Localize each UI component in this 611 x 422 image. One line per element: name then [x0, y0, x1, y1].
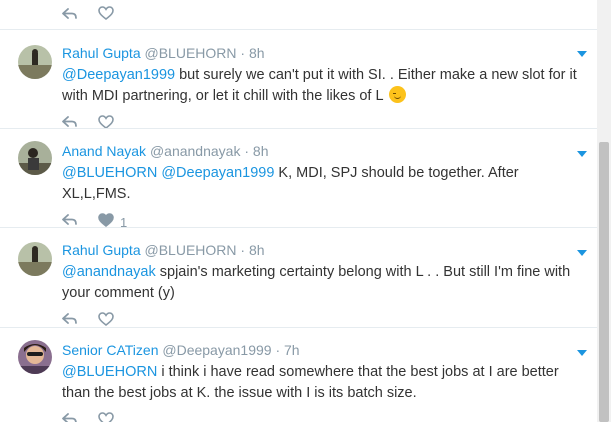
mention-link[interactable]: @Deepayan1999 [62, 67, 175, 83]
author-handle[interactable]: @anandnayak [150, 143, 241, 159]
like-icon[interactable] [98, 6, 114, 25]
tweet-menu-caret-icon[interactable] [577, 151, 587, 157]
tweet-menu-caret-icon[interactable] [577, 350, 587, 356]
reply-icon[interactable] [62, 412, 78, 422]
mention-link[interactable]: @anandnayak [62, 264, 156, 280]
author-name[interactable]: Anand Nayak [62, 143, 146, 159]
tweet-feed: Rahul Gupta @BLUEHORN · 8h @Deepayan1999… [0, 0, 597, 422]
vertical-scrollbar[interactable] [597, 0, 611, 422]
separator-dot: · [240, 242, 246, 258]
tweet-text: @Deepayan1999 but surely we can't put it… [62, 65, 577, 107]
tweet-text: @BLUEHORN @Deepayan1999 K, MDI, SPJ shou… [62, 163, 577, 205]
previous-tweet-actions [62, 6, 114, 25]
author-handle[interactable]: @BLUEHORN [145, 45, 237, 61]
tweet-header: Rahul Gupta @BLUEHORN · 8h [62, 44, 577, 62]
avatar[interactable] [18, 340, 52, 374]
author-name[interactable]: Senior CATizen [62, 342, 158, 358]
tweet-text: @BLUEHORN i think i have read somewhere … [62, 362, 577, 404]
tweet[interactable]: Anand Nayak @anandnayak · 8h @BLUEHORN @… [0, 128, 597, 230]
tweet-menu-caret-icon[interactable] [577, 250, 587, 256]
author-name[interactable]: Rahul Gupta [62, 242, 141, 258]
avatar[interactable] [18, 242, 52, 276]
mention-link[interactable]: @BLUEHORN [62, 364, 157, 380]
tweet[interactable]: Rahul Gupta @BLUEHORN · 8h @anandnayak s… [0, 227, 597, 327]
tweet[interactable]: Rahul Gupta @BLUEHORN · 8h @Deepayan1999… [0, 29, 597, 129]
author-handle[interactable]: @BLUEHORN [145, 242, 237, 258]
tweet-header: Anand Nayak @anandnayak · 8h [62, 142, 577, 160]
timestamp[interactable]: 8h [249, 45, 265, 61]
scrollbar-thumb[interactable] [599, 142, 609, 422]
separator-dot: · [244, 143, 250, 159]
timestamp[interactable]: 7h [284, 342, 300, 358]
tweet-menu-caret-icon[interactable] [577, 51, 587, 57]
tweet[interactable]: Senior CATizen @Deepayan1999 · 7h @BLUEH… [0, 327, 597, 422]
like-icon[interactable] [98, 411, 114, 422]
timestamp[interactable]: 8h [253, 143, 269, 159]
tweet-header: Senior CATizen @Deepayan1999 · 7h [62, 341, 577, 359]
tweet-header: Rahul Gupta @BLUEHORN · 8h [62, 241, 577, 259]
tweet-text: @anandnayak spjain's marketing certainty… [62, 262, 577, 304]
separator-dot: · [275, 342, 281, 358]
tweet-actions [62, 411, 577, 422]
author-name[interactable]: Rahul Gupta [62, 45, 141, 61]
separator-dot: · [240, 45, 246, 61]
author-handle[interactable]: @Deepayan1999 [162, 342, 271, 358]
reply-icon[interactable] [62, 7, 78, 25]
avatar[interactable] [18, 141, 52, 175]
mention-link[interactable]: @BLUEHORN @Deepayan1999 [62, 165, 274, 181]
timestamp[interactable]: 8h [249, 242, 265, 258]
winking-face-emoji-icon [389, 86, 407, 103]
avatar[interactable] [18, 45, 52, 79]
